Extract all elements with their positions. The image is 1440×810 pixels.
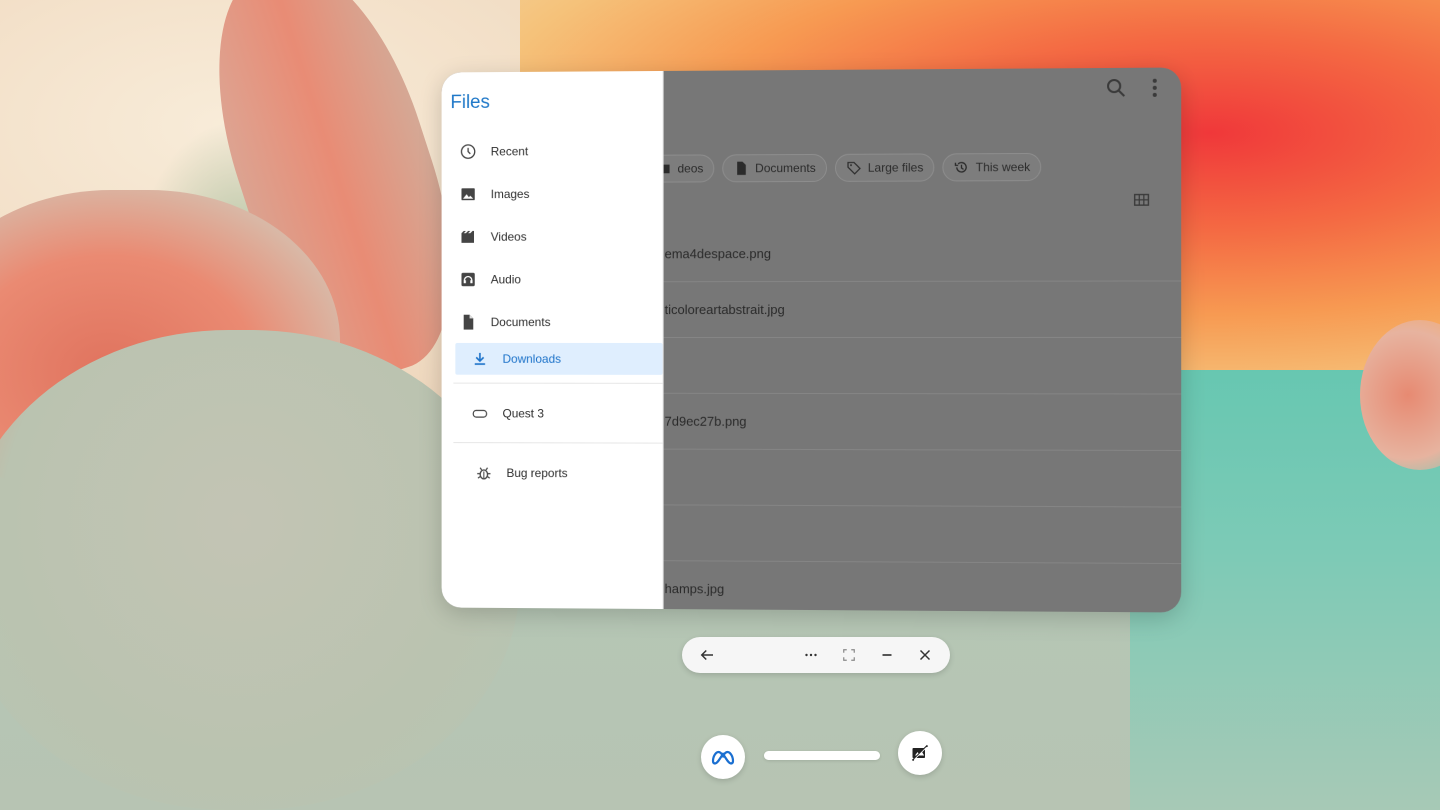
meta-button[interactable] <box>701 735 745 779</box>
camera-toggle-button[interactable] <box>898 731 942 775</box>
sidebar-item-audio[interactable]: Audio <box>442 257 663 300</box>
fullscreen-icon[interactable] <box>840 646 858 664</box>
camera-off-icon <box>910 743 930 763</box>
window-control-bar <box>682 637 950 673</box>
sidebar-item-label: Documents <box>491 315 551 329</box>
sidebar-item-label: Audio <box>491 272 521 286</box>
sidebar-item-label: Bug reports <box>506 466 567 480</box>
sidebar-item-label: Images <box>491 187 530 201</box>
sidebar-item-quest-3[interactable]: Quest 3 <box>442 392 663 435</box>
chip-label: Documents <box>755 161 816 175</box>
sidebar-item-label: Quest 3 <box>503 406 544 420</box>
filter-chips: deos Documents Large files This week <box>645 153 1042 183</box>
chip-label: This week <box>976 160 1031 174</box>
minimize-icon[interactable] <box>878 646 896 664</box>
tag-icon <box>846 160 862 176</box>
meta-logo-icon <box>710 748 736 766</box>
sidebar-item-documents[interactable]: Documents <box>442 300 663 343</box>
divider <box>453 442 662 444</box>
file-name: ticoloreartabstrait.jpg <box>665 302 785 317</box>
file-name: hamps.jpg <box>665 581 725 596</box>
chip-large-files[interactable]: Large files <box>835 153 935 181</box>
clock-icon <box>459 142 477 160</box>
chip-label: Large files <box>868 160 924 174</box>
document-icon <box>459 313 477 331</box>
sidebar-item-downloads[interactable]: Downloads <box>455 343 662 375</box>
download-icon <box>471 350 489 368</box>
image-icon <box>459 185 477 203</box>
taskbar-handle[interactable] <box>764 751 880 760</box>
bug-icon <box>475 463 493 481</box>
sidebar-item-recent[interactable]: Recent <box>442 129 663 173</box>
search-icon[interactable] <box>1104 76 1128 100</box>
file-name: 7d9ec27b.png <box>665 414 747 429</box>
sidebar-item-videos[interactable]: Videos <box>442 214 663 257</box>
sidebar-item-images[interactable]: Images <box>442 172 663 216</box>
close-icon[interactable] <box>916 646 934 664</box>
video-icon <box>459 227 477 245</box>
roots-list: Recent Images Videos Audio Documents Dow… <box>442 129 663 495</box>
grid-view-icon[interactable] <box>1132 191 1150 209</box>
headset-icon <box>471 404 489 422</box>
history-icon <box>954 159 970 175</box>
arrow-left-icon[interactable] <box>698 646 716 664</box>
sidebar-item-label: Videos <box>491 229 527 243</box>
chip-this-week[interactable]: This week <box>942 153 1041 182</box>
sidebar-item-label: Downloads <box>503 352 562 366</box>
sidebar-item-label: Recent <box>491 144 528 158</box>
more-horiz-icon[interactable] <box>802 646 820 664</box>
headphones-icon <box>459 270 477 288</box>
file-name: ema4despace.png <box>665 246 771 261</box>
navigation-drawer: Files Recent Images Videos Audio Documen… <box>442 71 664 609</box>
sidebar-item-bug-reports[interactable]: Bug reports <box>442 451 663 494</box>
chip-documents[interactable]: Documents <box>722 154 826 182</box>
app-title: Files <box>450 92 489 114</box>
document-icon <box>733 160 749 176</box>
divider <box>453 383 662 384</box>
chip-label: deos <box>678 161 704 175</box>
more-vert-icon[interactable] <box>1143 76 1167 100</box>
files-window: deos Documents Large files This week ema… <box>442 67 1182 612</box>
